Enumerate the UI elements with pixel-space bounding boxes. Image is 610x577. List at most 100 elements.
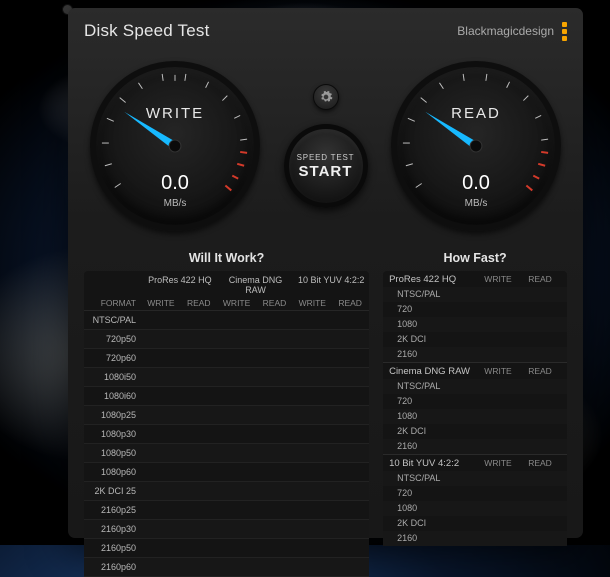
write-gauge-unit: MB/s — [96, 198, 254, 209]
format-label: 720p50 — [84, 330, 142, 348]
result-cell — [218, 330, 256, 344]
how-fast-group-header: Cinema DNG RAWWRITEREAD — [383, 362, 567, 379]
col-read: READ — [519, 274, 561, 285]
start-button-line2: START — [299, 163, 353, 180]
result-cell — [256, 463, 294, 477]
table-row: 720 — [383, 302, 567, 317]
group-header: 10 Bit YUV 4:2:2 — [293, 271, 369, 296]
result-cell — [477, 380, 519, 393]
app-title: Disk Speed Test — [84, 21, 210, 41]
result-cell — [331, 368, 369, 382]
table-row: 2K DCI — [383, 516, 567, 531]
table-row: 720p60 — [84, 349, 369, 368]
table-row: 2160p25 — [84, 501, 369, 520]
result-cell — [256, 520, 294, 534]
how-fast-group-header: 10 Bit YUV 4:2:2WRITEREAD — [383, 454, 567, 471]
result-cell — [293, 444, 331, 458]
read-gauge: READ 0.0 MB/s — [391, 61, 561, 231]
gauges-row: WRITE 0.0 MB/s SPEED TEST START — [84, 52, 567, 240]
result-cell — [218, 482, 256, 496]
result-cell — [477, 410, 519, 423]
result-cell — [218, 463, 256, 477]
result-cell — [180, 444, 218, 458]
result-cell — [477, 502, 519, 515]
table-row: NTSC/PAL — [383, 471, 567, 486]
result-cell — [477, 348, 519, 361]
result-cell — [519, 502, 561, 515]
result-cell — [180, 501, 218, 515]
table-row: 1080p25 — [84, 406, 369, 425]
result-cell — [331, 349, 369, 363]
format-label: 720 — [389, 395, 477, 408]
table-row: 1080 — [383, 317, 567, 332]
result-cell — [256, 444, 294, 458]
start-button[interactable]: SPEED TEST START — [284, 124, 368, 208]
result-cell — [180, 368, 218, 382]
format-label: 2160p60 — [84, 558, 142, 576]
format-label: 1080 — [389, 502, 477, 515]
format-label: 2160p25 — [84, 501, 142, 519]
write-gauge: WRITE 0.0 MB/s — [90, 61, 260, 231]
result-cell — [256, 349, 294, 363]
table-row: 1080p30 — [84, 425, 369, 444]
col-write: WRITE — [293, 296, 331, 310]
result-cell — [331, 387, 369, 401]
result-cell — [180, 539, 218, 553]
title-bar: Disk Speed Test Blackmagicdesign — [84, 18, 567, 44]
col-write: WRITE — [477, 366, 519, 377]
result-cell — [519, 410, 561, 423]
format-label: 2K DCI — [389, 517, 477, 530]
result-cell — [293, 406, 331, 420]
result-cell — [519, 532, 561, 545]
result-cell — [142, 425, 180, 439]
result-cell — [142, 482, 180, 496]
read-gauge-value: 0.0 — [397, 172, 555, 195]
settings-button[interactable] — [313, 84, 339, 110]
group-header: ProRes 422 HQ — [142, 271, 218, 296]
table-row: 1080i60 — [84, 387, 369, 406]
result-cell — [477, 440, 519, 453]
format-label: 2160p50 — [84, 539, 142, 557]
table-row: 2160 — [383, 439, 567, 454]
result-cell — [142, 368, 180, 382]
result-cell — [142, 539, 180, 553]
table-row: 1080p60 — [84, 463, 369, 482]
table-row: 1080 — [383, 501, 567, 516]
write-gauge-label: WRITE — [96, 105, 254, 122]
result-cell — [293, 387, 331, 401]
brand-text: Blackmagicdesign — [457, 24, 554, 38]
write-gauge-value: 0.0 — [96, 172, 254, 195]
result-cell — [293, 311, 331, 325]
col-write: WRITE — [477, 458, 519, 469]
result-cell — [256, 330, 294, 344]
result-cell — [331, 444, 369, 458]
format-label: 1080p25 — [84, 406, 142, 424]
col-read: READ — [180, 296, 218, 310]
result-cell — [256, 311, 294, 325]
gear-icon — [319, 90, 333, 104]
format-label: 720p60 — [84, 349, 142, 367]
result-cell — [180, 387, 218, 401]
format-label: 720 — [389, 303, 477, 316]
result-cell — [256, 501, 294, 515]
col-write: WRITE — [477, 274, 519, 285]
result-cell — [331, 311, 369, 325]
result-cell — [256, 406, 294, 420]
format-label: 1080p60 — [84, 463, 142, 481]
result-cell — [293, 501, 331, 515]
result-cell — [218, 444, 256, 458]
result-cell — [293, 368, 331, 382]
table-row: NTSC/PAL — [84, 311, 369, 330]
result-cell — [256, 368, 294, 382]
result-cell — [293, 482, 331, 496]
format-label: 1080 — [389, 410, 477, 423]
result-cell — [519, 288, 561, 301]
will-it-work-table: Will It Work? ProRes 422 HQ Cinema DNG R… — [84, 246, 369, 577]
format-column-label: FORMAT — [84, 296, 142, 310]
table-row: NTSC/PAL — [383, 379, 567, 394]
table-row: 2K DCI — [383, 424, 567, 439]
format-label: 2K DCI — [389, 425, 477, 438]
result-cell — [218, 425, 256, 439]
result-cell — [519, 487, 561, 500]
result-cell — [293, 349, 331, 363]
